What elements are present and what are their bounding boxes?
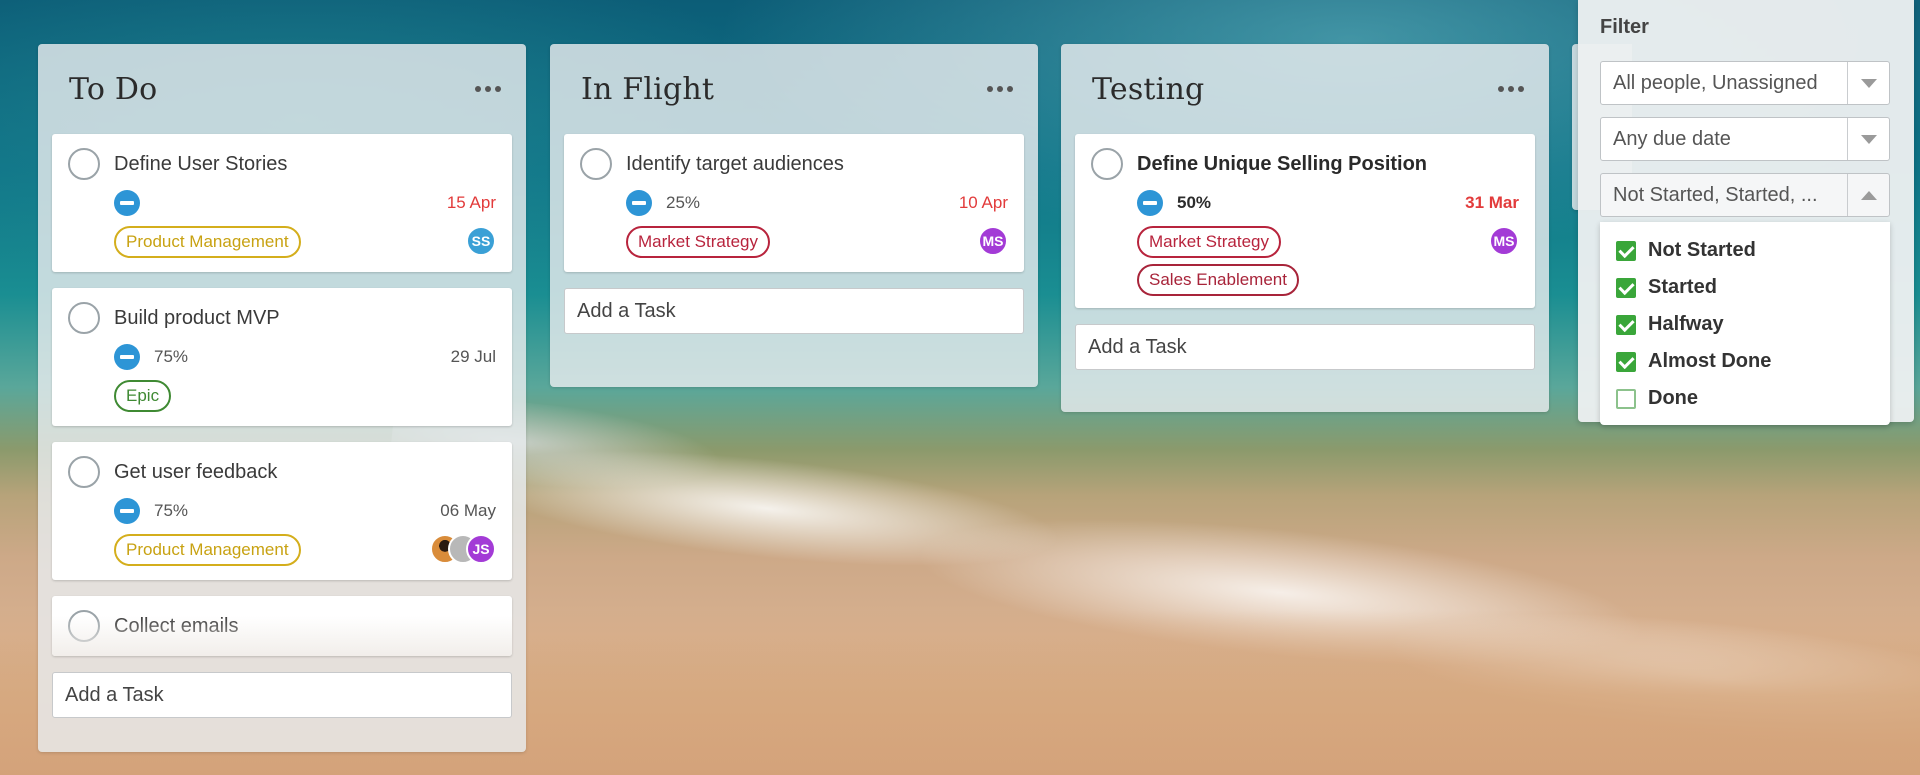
progress-percent: 25% [666,193,701,212]
column-title: In Flight [581,71,715,107]
add-task-input[interactable]: Add a Task [52,672,512,718]
add-task-input[interactable]: Add a Task [1075,324,1535,370]
status-option-almost-done[interactable]: Almost Done [1600,343,1890,380]
progress-minus-icon[interactable] [114,344,140,370]
task-name: Define User Stories [114,152,288,175]
status-option-label: Started [1648,276,1717,298]
progress-minus-icon[interactable] [1137,190,1163,216]
status-option-done[interactable]: Done [1600,380,1890,417]
tag-epic[interactable]: Epic [114,380,172,412]
progress-percent: 75% [154,347,189,366]
task-card[interactable]: Define User Stories 15 Apr Product Manag… [52,134,512,272]
column-in-flight: In Flight Identify target audiences 25% … [550,44,1038,387]
due-date: 15 Apr [446,193,496,212]
checkbox-unchecked-icon[interactable] [1616,388,1636,409]
ellipsis-icon[interactable] [468,74,508,104]
checkbox-circle-icon[interactable] [580,148,612,180]
column-title: To Do [69,71,158,107]
tag-product-management[interactable]: Product Management [114,226,301,258]
column-header: In Flight [564,44,1024,134]
checkbox-circle-icon[interactable] [68,456,100,488]
status-option-label: Done [1648,387,1698,409]
task-card[interactable]: Identify target audiences 25% 10 Apr Mar… [564,134,1024,272]
task-card[interactable]: Define Unique Selling Position 50% 31 Ma… [1075,134,1535,308]
due-date: 06 May [440,501,496,520]
column-header: To Do [52,44,512,134]
due-date: 29 Jul [450,347,496,366]
task-name: Define Unique Selling Position [1137,152,1428,175]
task-card[interactable]: Get user feedback 75% 06 May Product Man… [52,442,512,580]
due-date: 31 Mar [1465,193,1519,212]
status-option-halfway[interactable]: Halfway [1600,306,1890,343]
progress-minus-icon[interactable] [626,190,652,216]
triangle-up-icon[interactable] [1847,174,1889,216]
task-card[interactable]: Build product MVP 75% 29 Jul Epic [52,288,512,426]
status-dropdown: Not Started Started Halfway Almost Done … [1600,222,1890,425]
column-title: Testing [1092,71,1205,107]
ellipsis-icon[interactable] [980,74,1020,104]
people-filter-select[interactable]: All people, Unassigned [1600,61,1890,105]
due-date: 10 Apr [958,193,1008,212]
progress-percent: 75% [154,501,189,520]
checkbox-checked-icon[interactable] [1616,277,1636,298]
tag-sales-enablement[interactable]: Sales Enablement [1137,264,1299,296]
add-task-input[interactable]: Add a Task [564,288,1024,334]
task-name: Collect emails [114,614,239,637]
status-option-not-started[interactable]: Not Started [1600,232,1890,269]
progress-minus-icon[interactable] [114,190,140,216]
status-filter-value: Not Started, Started, ... [1613,183,1818,206]
checkbox-checked-icon[interactable] [1616,240,1636,261]
filter-title: Filter [1600,16,1649,38]
status-option-label: Almost Done [1648,350,1772,372]
triangle-down-icon[interactable] [1847,62,1889,104]
due-date-filter-select[interactable]: Any due date [1600,117,1890,161]
progress-minus-icon[interactable] [114,498,140,524]
task-name: Get user feedback [114,460,278,483]
filter-panel: Filter All people, Unassigned Any due da… [1578,0,1914,425]
people-filter-value: All people, Unassigned [1613,71,1818,94]
tag-market-strategy[interactable]: Market Strategy [1137,226,1281,258]
checkbox-circle-icon[interactable] [68,610,100,642]
task-name: Build product MVP [114,306,280,329]
checkbox-checked-icon[interactable] [1616,351,1636,372]
task-name: Identify target audiences [626,152,844,175]
tag-market-strategy[interactable]: Market Strategy [626,226,770,258]
ellipsis-icon[interactable] [1491,74,1531,104]
column-to-do: To Do Define User Stories 15 Apr Product… [38,44,526,752]
avatar[interactable]: SS [466,226,496,256]
status-filter-select[interactable]: Not Started, Started, ... [1600,173,1890,217]
task-card[interactable]: Collect emails [52,596,512,656]
status-option-label: Halfway [1648,313,1724,335]
avatar[interactable]: MS [1489,226,1519,256]
avatar[interactable]: MS [978,226,1008,256]
column-header: Testing [1075,44,1535,134]
status-option-started[interactable]: Started [1600,269,1890,306]
checkbox-circle-icon[interactable] [68,302,100,334]
status-option-label: Not Started [1648,239,1756,261]
tag-product-management[interactable]: Product Management [114,534,301,566]
triangle-down-icon[interactable] [1847,118,1889,160]
checkbox-circle-icon[interactable] [68,148,100,180]
avatar[interactable]: JS [466,534,496,564]
column-testing: Testing Define Unique Selling Position 5… [1061,44,1549,412]
checkbox-circle-icon[interactable] [1091,148,1123,180]
due-date-filter-value: Any due date [1613,127,1731,150]
progress-percent: 50% [1177,193,1212,212]
checkbox-checked-icon[interactable] [1616,314,1636,335]
